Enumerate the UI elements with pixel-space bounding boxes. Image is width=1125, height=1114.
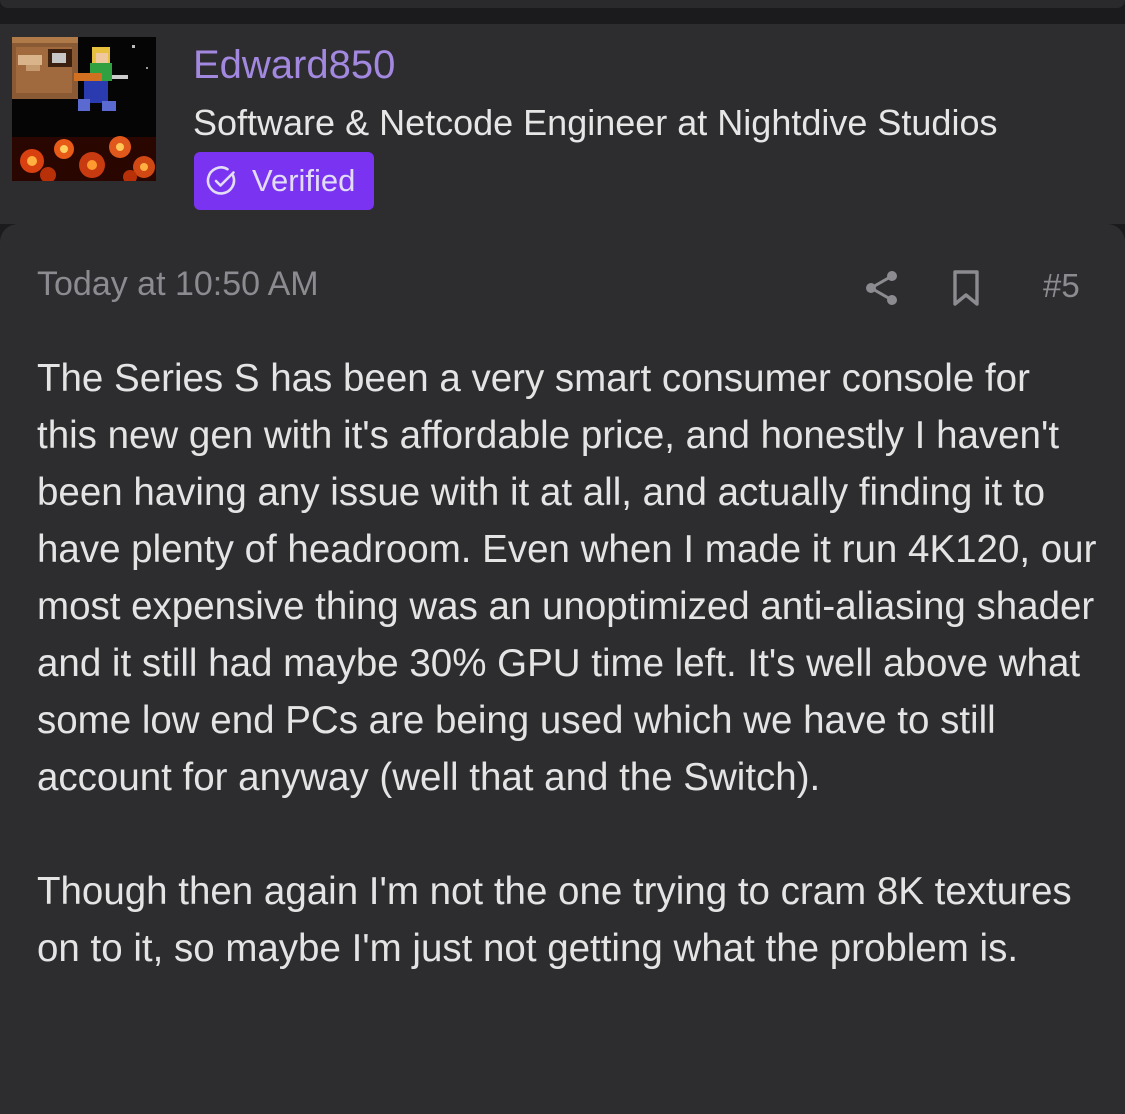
username-link[interactable]: Edward850: [193, 41, 395, 89]
user-header: Edward850 Software & Netcode Engineer at…: [0, 24, 1125, 224]
post-card: Today at 10:50 AM #5 The Series S has be…: [0, 224, 1125, 1114]
post-number-link[interactable]: #5: [1043, 265, 1080, 307]
bookmark-icon[interactable]: [949, 269, 983, 307]
verified-label: Verified: [252, 163, 356, 198]
pixel-art-avatar-icon: [12, 37, 156, 181]
verified-check-icon: [206, 165, 238, 197]
verified-badge: Verified: [194, 152, 374, 210]
user-title: Software & Netcode Engineer at Nightdive…: [193, 102, 998, 143]
user-avatar[interactable]: [12, 37, 156, 181]
post-body: The Series S has been a very smart consu…: [37, 350, 1097, 977]
post-paragraph: The Series S has been a very smart consu…: [37, 357, 1097, 799]
previous-card-edge: [0, 0, 1125, 8]
post-paragraph: Though then again I'm not the one trying…: [37, 870, 1072, 970]
share-icon[interactable]: [862, 268, 902, 308]
post-timestamp[interactable]: Today at 10:50 AM: [37, 263, 319, 305]
